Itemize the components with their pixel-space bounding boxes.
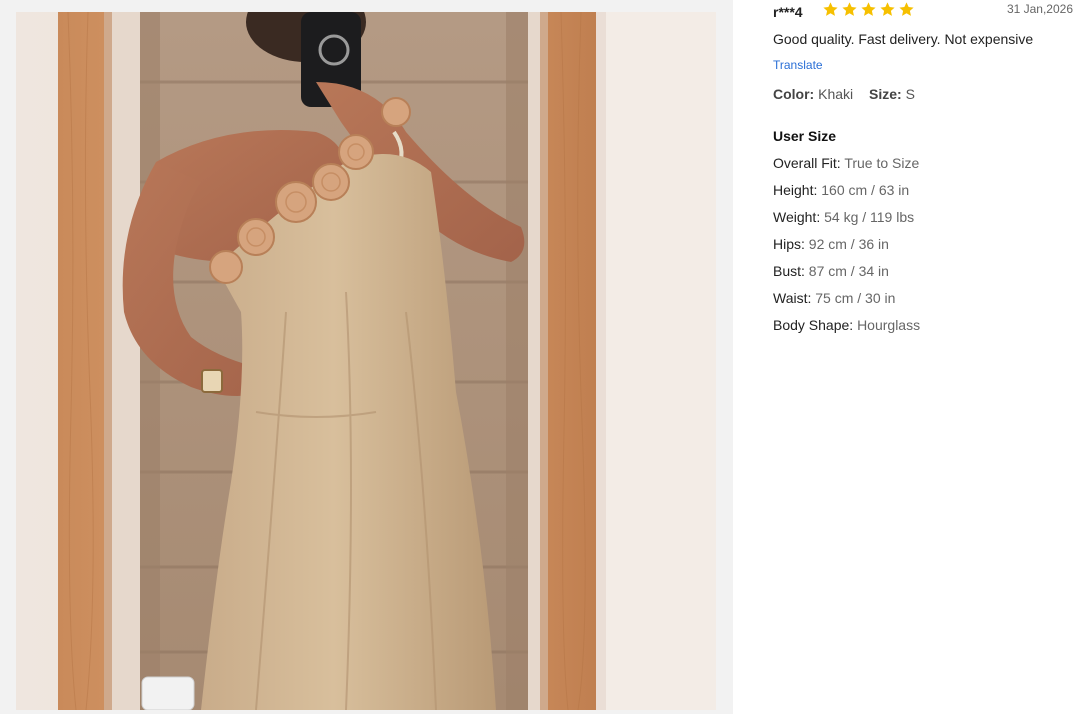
photo-panel (0, 0, 733, 714)
size-row-label: Weight: (773, 209, 821, 225)
star-icon (899, 2, 914, 16)
size-row-label: Bust: (773, 263, 805, 279)
star-icon (842, 2, 857, 16)
review-detail-page: r***4 31 Jan,2026 Good quality. Fast del… (0, 0, 1079, 714)
size-row-hips: Hips: 92 cm / 36 in (773, 236, 920, 263)
size-row-height: Height: 160 cm / 63 in (773, 182, 920, 209)
review-text: Good quality. Fast delivery. Not expensi… (773, 31, 1034, 47)
size-row-label: Hips: (773, 236, 805, 252)
size-row-label: Body Shape: (773, 317, 854, 333)
size-row-body-shape: Body Shape: Hourglass (773, 317, 920, 344)
size-row-waist: Waist: 75 cm / 30 in (773, 290, 920, 317)
user-size-list: Overall Fit: True to Size Height: 160 cm… (773, 155, 920, 344)
size-row-weight: Weight: 54 kg / 119 lbs (773, 209, 920, 236)
size-row-bust: Bust: 87 cm / 34 in (773, 263, 920, 290)
size-row-label: Height: (773, 182, 818, 198)
size-row-value: True to Size (844, 155, 920, 171)
star-rating (822, 1, 915, 18)
size-row-value: Hourglass (857, 317, 921, 333)
size-row-label: Waist: (773, 290, 812, 306)
size-row-value: 92 cm / 36 in (808, 236, 889, 252)
review-header: r***4 31 Jan,2026 (773, 2, 1073, 22)
color-value: Khaki (818, 86, 854, 102)
user-size-title: User Size (773, 128, 837, 144)
size-label: Size: (869, 86, 902, 102)
mirror-selfie-illustration (16, 12, 716, 710)
size-row-label: Overall Fit: (773, 155, 841, 171)
star-icon (861, 2, 876, 16)
size-value: S (905, 86, 915, 102)
size-row-value: 87 cm / 34 in (808, 263, 889, 279)
size-row-value: 54 kg / 119 lbs (824, 209, 915, 225)
review-date: 31 Jan,2026 (1006, 2, 1073, 16)
color-label: Color: (773, 86, 815, 102)
reviewer-name: r***4 (773, 4, 803, 20)
star-icon (880, 2, 895, 16)
size-row-value: 160 cm / 63 in (821, 182, 910, 198)
review-details: r***4 31 Jan,2026 Good quality. Fast del… (773, 0, 1073, 714)
star-icon (823, 2, 838, 16)
size-row-value: 75 cm / 30 in (815, 290, 896, 306)
review-photo[interactable] (16, 12, 716, 710)
translate-link[interactable]: Translate (773, 58, 823, 72)
purchase-attributes: Color: Khaki Size: S (773, 86, 915, 102)
size-row-overall-fit: Overall Fit: True to Size (773, 155, 920, 182)
